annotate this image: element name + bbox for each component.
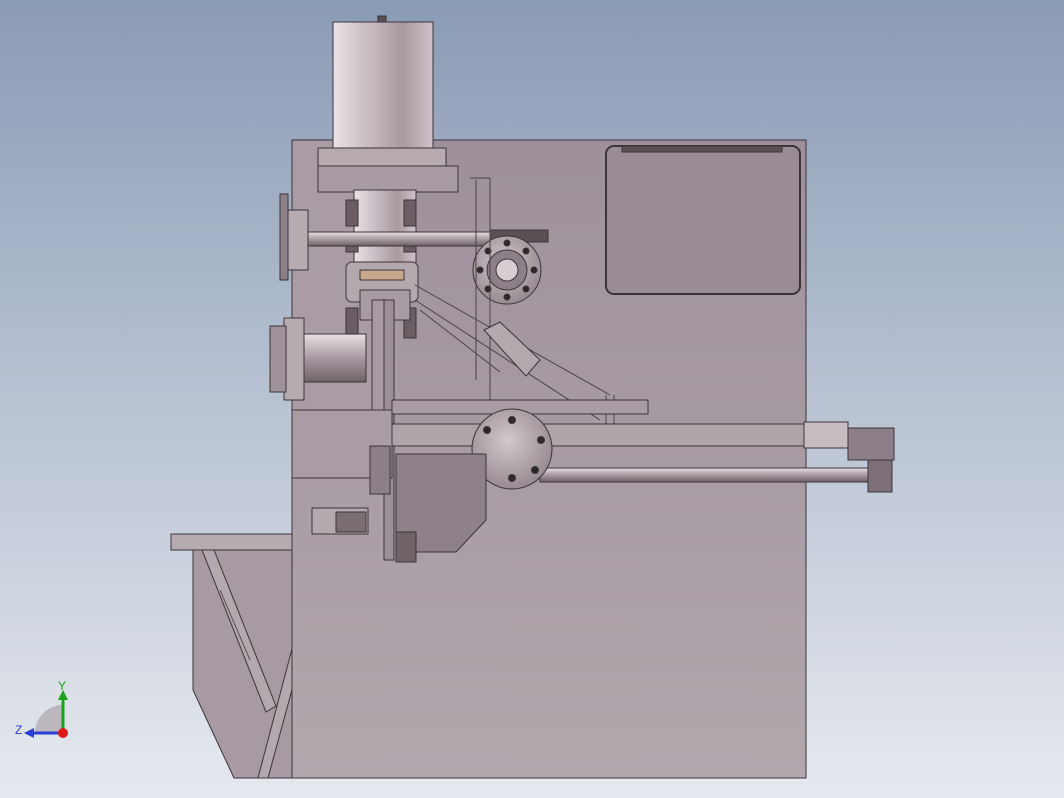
motor-mount-flange[interactable] <box>317 147 447 167</box>
guide-rail[interactable] <box>391 423 807 447</box>
cad-canvas[interactable]: Y Z <box>0 0 1064 798</box>
motor-cap <box>377 15 387 23</box>
cutter-wheel[interactable] <box>369 445 391 495</box>
x-axis-dot <box>58 728 68 738</box>
horizontal-shaft <box>299 231 491 247</box>
left-hand-wheel-hub[interactable] <box>285 209 309 271</box>
lower-roller-disc[interactable] <box>269 325 287 393</box>
left-hand-wheel[interactable] <box>279 193 289 281</box>
cutter-outlet[interactable] <box>395 531 417 563</box>
lower-roller-flange[interactable] <box>283 317 305 401</box>
y-axis-label: Y <box>58 679 66 693</box>
cad-viewport[interactable]: Y Z <box>0 0 1064 798</box>
inspection-window[interactable] <box>605 145 801 295</box>
rail-end-block <box>803 421 849 449</box>
pusher-cylinder-mount <box>867 459 893 493</box>
motor-cylinder[interactable] <box>332 21 434 151</box>
upper-bearing-core <box>495 258 519 282</box>
window-top-bar <box>621 145 783 153</box>
motor-mount-plate <box>317 165 459 193</box>
lower-roller[interactable] <box>299 333 367 383</box>
pusher-cylinder-head[interactable] <box>847 427 895 461</box>
blade-insert <box>359 269 405 281</box>
z-axis-label: Z <box>15 723 22 737</box>
small-motor-face <box>335 511 367 533</box>
pusher-cylinder-rod[interactable] <box>539 467 871 483</box>
